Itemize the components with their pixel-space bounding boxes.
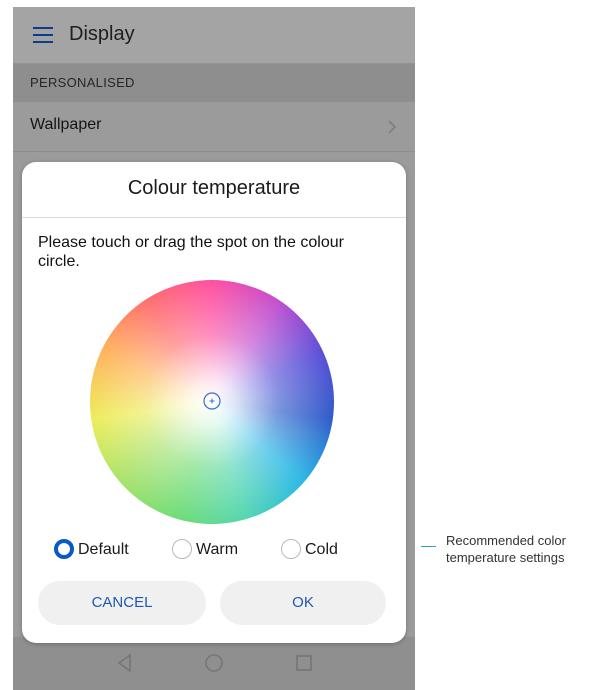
back-triangle-icon[interactable] — [114, 652, 136, 674]
dialog-divider — [22, 217, 406, 218]
callout-connector-line — [421, 546, 436, 547]
dialog-message: Please touch or drag the spot on the col… — [38, 234, 344, 270]
radio-label-warm: Warm — [196, 541, 239, 558]
radio-button-warm[interactable] — [172, 539, 192, 559]
dialog-title: Colour temperature — [127, 177, 301, 199]
colour-spot-handle-icon[interactable] — [202, 391, 222, 411]
ok-button[interactable]: OK — [220, 581, 386, 625]
radio-button-default[interactable] — [54, 539, 74, 559]
section-header-personalised: PERSONALISED — [13, 64, 415, 102]
callout-text-line1: Recommended color — [446, 533, 566, 548]
navigation-bar — [13, 637, 415, 690]
app-bar: Display — [13, 7, 415, 64]
wallpaper-label: Wallpaper — [30, 116, 102, 133]
list-item-wallpaper[interactable]: Wallpaper — [13, 103, 415, 152]
cancel-button[interactable]: CANCEL — [38, 581, 206, 625]
recent-apps-square-icon[interactable] — [293, 652, 315, 674]
radio-label-cold: Cold — [305, 541, 338, 558]
chevron-right-icon — [388, 120, 397, 134]
home-circle-icon[interactable] — [203, 652, 225, 674]
hamburger-menu-icon[interactable] — [33, 27, 53, 43]
radio-button-cold[interactable] — [281, 539, 301, 559]
callout-annotation: Recommended color temperature settings — [446, 532, 610, 566]
callout-text-line2: temperature settings — [446, 550, 565, 565]
radio-label-default: Default — [78, 541, 129, 558]
colour-temperature-dialog: Colour temperature Please touch or drag … — [22, 162, 406, 643]
page-title: Display — [69, 23, 135, 45]
